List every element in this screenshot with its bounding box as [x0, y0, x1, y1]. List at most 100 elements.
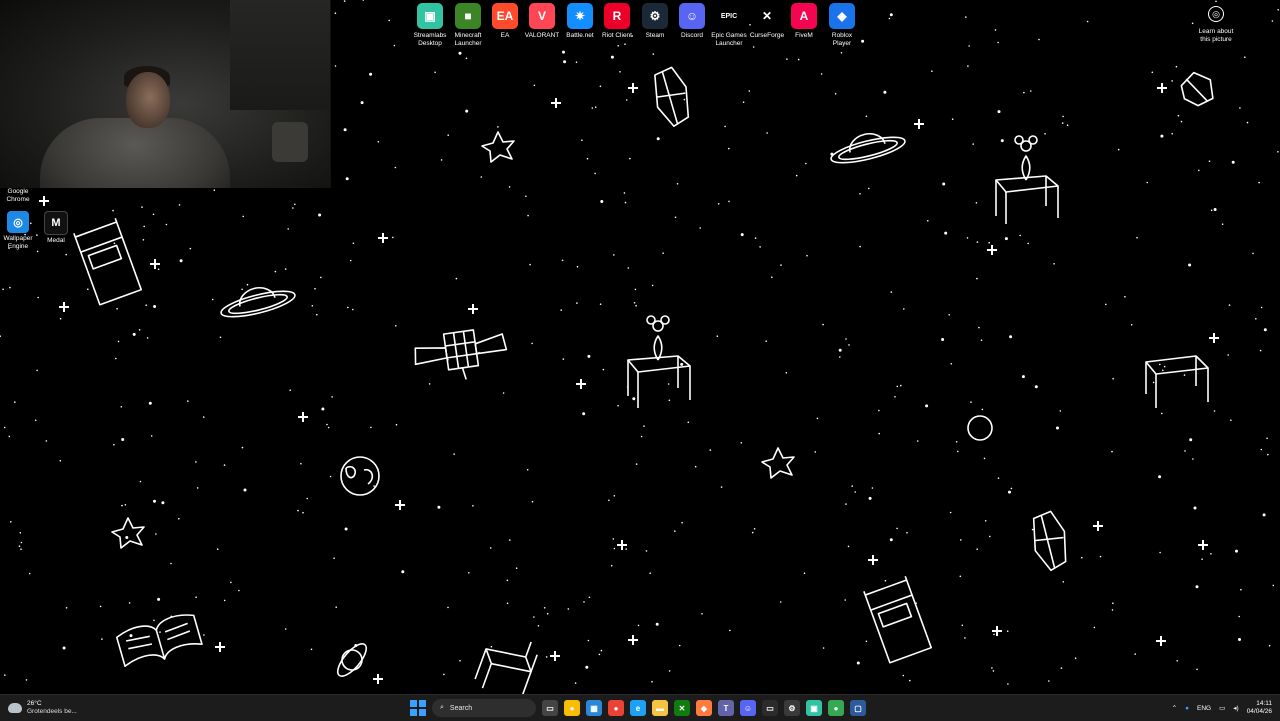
star-dot — [465, 57, 468, 60]
desktop-icon-ea[interactable]: EA EA — [486, 3, 524, 40]
star-dot — [724, 125, 726, 128]
star-dot — [468, 572, 470, 574]
star-dot — [311, 305, 314, 307]
language-indicator[interactable]: ENG — [1197, 705, 1211, 712]
star-dot — [306, 497, 309, 500]
star-dot — [960, 539, 962, 541]
star-dot — [574, 682, 577, 684]
star-dot — [333, 557, 335, 559]
desktop-icon-chrome[interactable]: Google Chrome — [1, 186, 35, 203]
chevron-up-icon[interactable]: ⌃ — [1172, 704, 1177, 712]
desktop-icon-label: Battle.net — [566, 32, 594, 39]
star-dot — [59, 317, 62, 320]
star-dot — [906, 531, 908, 534]
star-dot — [617, 404, 619, 407]
star-dot — [1136, 236, 1138, 239]
star-dot — [759, 246, 761, 248]
active-window-icon[interactable]: ▢ — [850, 700, 866, 716]
desktop-icon-label: FiveM — [795, 32, 813, 39]
learn-about-picture[interactable]: ◎ Learn about this picture — [1196, 6, 1236, 43]
desktop-icon-riot[interactable]: R Riot Client — [598, 3, 636, 40]
star-dot — [238, 589, 240, 592]
discord-taskbar-icon[interactable]: ☺ — [740, 700, 756, 716]
terminal-icon[interactable]: ▭ — [762, 700, 778, 716]
star-dot — [896, 385, 899, 388]
star-dot — [902, 674, 905, 677]
display-icon[interactable]: ▭ — [1219, 704, 1225, 712]
star-dot — [128, 602, 131, 604]
desktop-icon-minecraft[interactable]: ■ Minecraft Launcher — [449, 3, 487, 47]
star-dot — [284, 268, 287, 270]
star-dot — [984, 520, 987, 522]
star-dot — [848, 344, 850, 346]
star-dot — [785, 372, 788, 374]
star-dot — [1048, 680, 1050, 682]
chrome-alt-icon[interactable]: ● — [608, 700, 624, 716]
star-dot — [591, 107, 594, 109]
star-dot — [354, 644, 358, 647]
star-dot — [585, 665, 589, 669]
desktop-icon-fivem[interactable]: A FiveM — [785, 3, 823, 40]
star-dot — [101, 638, 103, 640]
desktop-icon-curseforge[interactable]: ✕ CurseForge — [748, 3, 786, 40]
chrome-taskbar-icon[interactable]: ● — [564, 700, 580, 716]
microphone-icon[interactable]: ● — [1185, 705, 1189, 712]
star-dot — [115, 357, 117, 360]
app-orange-icon[interactable]: ◆ — [696, 700, 712, 716]
task-view-icon[interactable]: ▭ — [542, 700, 558, 716]
star-dot — [687, 421, 690, 424]
star-dot — [515, 567, 518, 569]
star-dot — [178, 204, 181, 206]
chrome-taskbar2-icon[interactable]: ● — [828, 700, 844, 716]
store-icon[interactable]: ▦ — [586, 700, 602, 716]
star-dot — [598, 653, 601, 656]
desktop-icon-steam[interactable]: ⚙ Steam — [636, 3, 674, 40]
star-dot — [146, 337, 149, 339]
edge-icon[interactable]: e — [630, 700, 646, 716]
clock[interactable]: 14:11 04/04/26 — [1247, 700, 1272, 716]
star-dot — [18, 545, 21, 547]
desktop-icon-discord[interactable]: ☺ Discord — [673, 3, 711, 40]
star-dot — [294, 203, 296, 206]
star-dot — [1195, 585, 1199, 589]
star-dot — [334, 65, 337, 67]
start-button[interactable] — [410, 700, 426, 716]
streamlabs-icon: ▣ — [417, 3, 443, 29]
taskbar-search[interactable]: ⌕ Search — [432, 699, 536, 717]
star-dot — [968, 45, 970, 47]
file-explorer-icon[interactable]: ▬ — [652, 700, 668, 716]
settings-icon[interactable]: ⚙ — [784, 700, 800, 716]
streamlabs-taskbar-icon[interactable]: ▣ — [806, 700, 822, 716]
star-dot — [1215, 0, 1217, 3]
desktop-icon-label: Minecraft Launcher — [454, 32, 482, 47]
weather-widget[interactable]: 26°C Grotendeels be... — [8, 698, 77, 718]
volume-icon[interactable]: ◂) — [1233, 704, 1238, 712]
desktop-icon-epic[interactable]: EPIC Epic Games Launcher — [710, 3, 748, 47]
star-dot — [1244, 56, 1246, 58]
desktop-icon-streamlabs[interactable]: ▣ Streamlabs Desktop — [411, 3, 449, 47]
star-dot — [1152, 381, 1155, 384]
star-dot — [143, 225, 145, 228]
star-dot — [490, 645, 493, 648]
teams-icon[interactable]: T — [718, 700, 734, 716]
desktop-icon-roblox[interactable]: ◆ Roblox Player — [823, 3, 861, 47]
desktop-icon-valorant[interactable]: V VALORANT — [523, 3, 561, 40]
desktop-icon-battlenet[interactable]: ✷ Battle.net — [561, 3, 599, 40]
star-dot — [909, 679, 911, 682]
star-dot — [1183, 374, 1186, 376]
star-dot — [345, 177, 349, 181]
star-dot — [717, 203, 720, 205]
star-dot — [45, 440, 48, 442]
desktop-icon-wallpaper-engine[interactable]: ◎ Wallpaper Engine — [1, 211, 35, 250]
star-dot — [87, 288, 89, 291]
star-dot — [619, 71, 621, 73]
star-dot — [600, 649, 603, 652]
desktop-icon-medal[interactable]: M Medal — [39, 211, 73, 245]
star-dot — [125, 536, 129, 539]
star-dot — [613, 547, 616, 550]
star-dot — [428, 383, 431, 385]
star-dot — [694, 465, 697, 468]
star-dot — [625, 548, 627, 550]
star-dot — [545, 656, 548, 658]
xbox-icon[interactable]: ✕ — [674, 700, 690, 716]
